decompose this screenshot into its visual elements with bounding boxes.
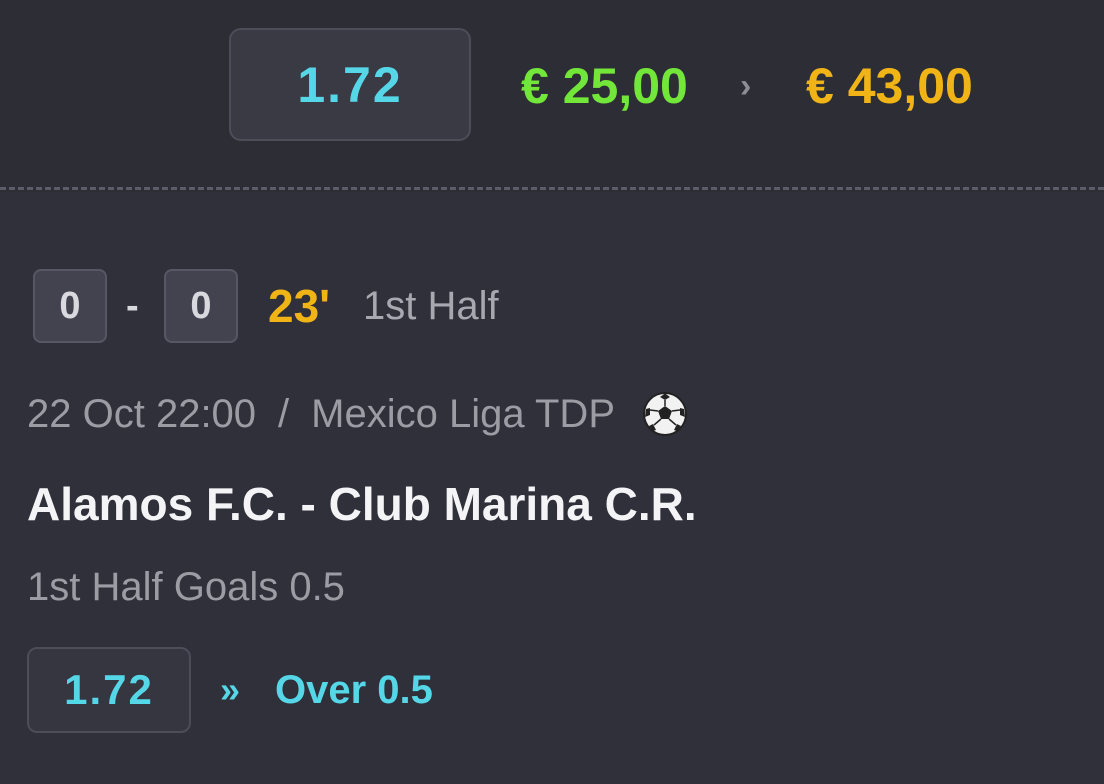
market-name: 1st Half Goals 0.5 [27, 565, 345, 609]
event-datetime: 22 Oct 22:00 [27, 392, 257, 436]
selection-pick: Over 0.5 [275, 668, 433, 712]
away-score: 0 [164, 269, 238, 343]
event-meta: 22 Oct 22:00 / Mexico Liga TDP [27, 388, 689, 440]
bet-detail: 0 - 0 23' 1st Half 22 Oct 22:00 / Mexico… [0, 192, 1104, 784]
match-title: Alamos F.C. - Club Marina C.R. [27, 478, 697, 530]
total-odds-box: 1.72 [229, 28, 471, 141]
dashed-divider [0, 187, 1104, 190]
potential-payout: € 43,00 [806, 58, 973, 114]
meta-separator: / [278, 392, 290, 436]
match-period: 1st Half [363, 284, 499, 328]
home-score: 0 [33, 269, 107, 343]
score-separator: - [126, 285, 139, 327]
bet-slip: 1.72 € 25,00 › € 43,00 0 - 0 23' 1st Hal… [0, 0, 1104, 784]
bet-summary: 1.72 € 25,00 › € 43,00 [0, 0, 1104, 188]
soccer-ball-icon [641, 390, 689, 438]
double-chevron-icon: » [220, 669, 241, 710]
match-minute: 23' [268, 280, 331, 332]
chevron-right-icon: › [740, 67, 752, 105]
stake-amount: € 25,00 [521, 58, 688, 114]
selection-odds-box: 1.72 [27, 647, 191, 733]
league-name: Mexico Liga TDP [311, 392, 615, 436]
